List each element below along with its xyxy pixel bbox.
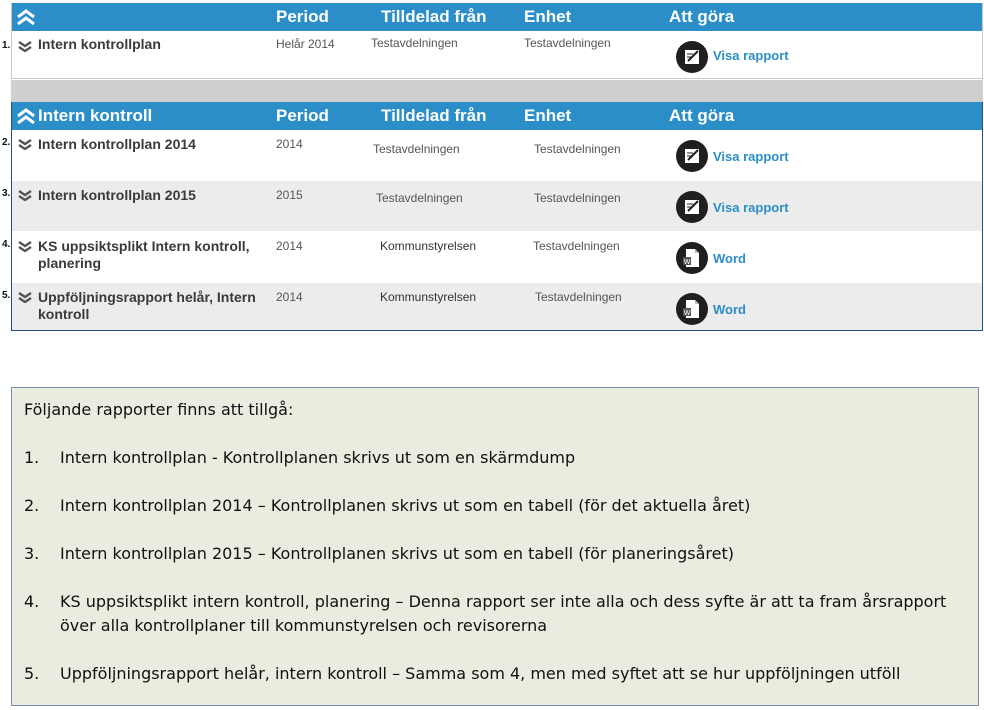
list-number: 5. (24, 664, 40, 683)
report-panel-1: Period Tilldelad från Enhet Att göra 1. … (2, 3, 983, 81)
table-row: 2. Intern kontrollplan 2014 2014 Testavd… (2, 130, 982, 180)
edit-icon[interactable] (676, 41, 708, 73)
panel-separator (11, 80, 983, 102)
row-number: 4. (2, 239, 11, 250)
col-period: Period (276, 106, 329, 125)
col-assigned-from: Tilldelad från (381, 7, 487, 26)
list-number: 3. (24, 544, 40, 563)
list-text: Intern kontrollplan - Kontrollplanen skr… (60, 448, 576, 467)
svg-text:W: W (684, 259, 691, 266)
word-doc-icon[interactable]: W (676, 293, 708, 325)
expand-icon[interactable] (18, 40, 32, 52)
row-assigned-from: Kommunstyrelsen (380, 239, 477, 253)
word-link[interactable]: Word (713, 251, 746, 266)
row-period: 2014 (276, 290, 303, 304)
word-link[interactable]: Word (713, 302, 746, 317)
col-assigned-from: Tilldelad från (381, 106, 487, 125)
report-notes-box: Följande rapporter finns att tillgå: 1. … (11, 387, 979, 706)
row-unit: Testavdelningen (524, 36, 611, 50)
collapse-icon[interactable] (16, 8, 36, 26)
list-text: Uppföljningsrapport helår, intern kontro… (60, 664, 901, 683)
svg-text:W: W (684, 310, 691, 317)
row-title[interactable]: Intern kontrollplan 2014 (38, 136, 278, 153)
list-text: KS uppsiktsplikt intern kontroll, planer… (60, 592, 947, 635)
expand-icon[interactable] (18, 240, 32, 252)
row-period: 2015 (276, 188, 303, 202)
word-doc-icon[interactable]: W (676, 242, 708, 274)
panel-1-header: Period Tilldelad från Enhet Att göra (12, 3, 982, 31)
row-title[interactable]: Uppföljningsrapport helår, Intern kontro… (38, 289, 278, 323)
list-number: 4. (24, 592, 40, 611)
notes-intro: Följande rapporter finns att tillgå: (24, 400, 294, 419)
row-number: 2. (2, 137, 11, 148)
row-title[interactable]: Intern kontrollplan 2015 (38, 187, 278, 204)
row-number: 1. (2, 40, 11, 51)
report-panel-2: Intern kontroll Period Tilldelad från En… (2, 102, 983, 331)
expand-icon[interactable] (18, 291, 32, 303)
table-row: 1. Intern kontrollplan Helår 2014 Testav… (2, 31, 982, 81)
row-unit: Testavdelningen (534, 191, 621, 205)
row-unit: Testavdelningen (534, 142, 621, 156)
row-period: 2014 (276, 239, 303, 253)
list-text: Intern kontrollplan 2015 – Kontrollplane… (60, 544, 734, 563)
visa-rapport-link[interactable]: Visa rapport (713, 48, 789, 63)
row-period: Helår 2014 (276, 37, 335, 51)
expand-icon[interactable] (18, 138, 32, 150)
edit-icon[interactable] (676, 191, 708, 223)
collapse-icon[interactable] (16, 107, 36, 125)
edit-icon[interactable] (676, 140, 708, 172)
row-title[interactable]: Intern kontrollplan (38, 36, 278, 53)
row-assigned-from: Kommunstyrelsen (380, 290, 477, 304)
row-assigned-from: Testavdelningen (373, 142, 460, 156)
row-assigned-from: Testavdelningen (371, 36, 458, 50)
panel-2-header: Intern kontroll Period Tilldelad från En… (12, 102, 982, 130)
row-unit: Testavdelningen (533, 239, 620, 253)
col-unit: Enhet (524, 106, 572, 125)
list-number: 2. (24, 496, 40, 515)
col-todo: Att göra (669, 106, 735, 125)
list-number: 1. (24, 448, 40, 467)
col-todo: Att göra (669, 7, 735, 26)
table-row: 5. Uppföljningsrapport helår, Intern kon… (2, 283, 982, 330)
panel-title[interactable]: Intern kontroll (38, 106, 152, 126)
row-title[interactable]: KS uppsiktsplikt Intern kontroll, planer… (38, 238, 278, 272)
row-number: 3. (2, 188, 11, 199)
visa-rapport-link[interactable]: Visa rapport (713, 200, 789, 215)
table-row: 3. Intern kontrollplan 2015 2015 Testavd… (2, 181, 982, 231)
row-number: 5. (2, 290, 11, 301)
table-row: 4. KS uppsiktsplikt Intern kontroll, pla… (2, 232, 982, 282)
row-period: 2014 (276, 137, 303, 151)
list-text: Intern kontrollplan 2014 – Kontrollplane… (60, 496, 751, 515)
row-unit: Testavdelningen (535, 290, 622, 304)
col-period: Period (276, 7, 329, 26)
col-unit: Enhet (524, 7, 572, 26)
expand-icon[interactable] (18, 189, 32, 201)
visa-rapport-link[interactable]: Visa rapport (713, 149, 789, 164)
row-assigned-from: Testavdelningen (376, 191, 463, 205)
